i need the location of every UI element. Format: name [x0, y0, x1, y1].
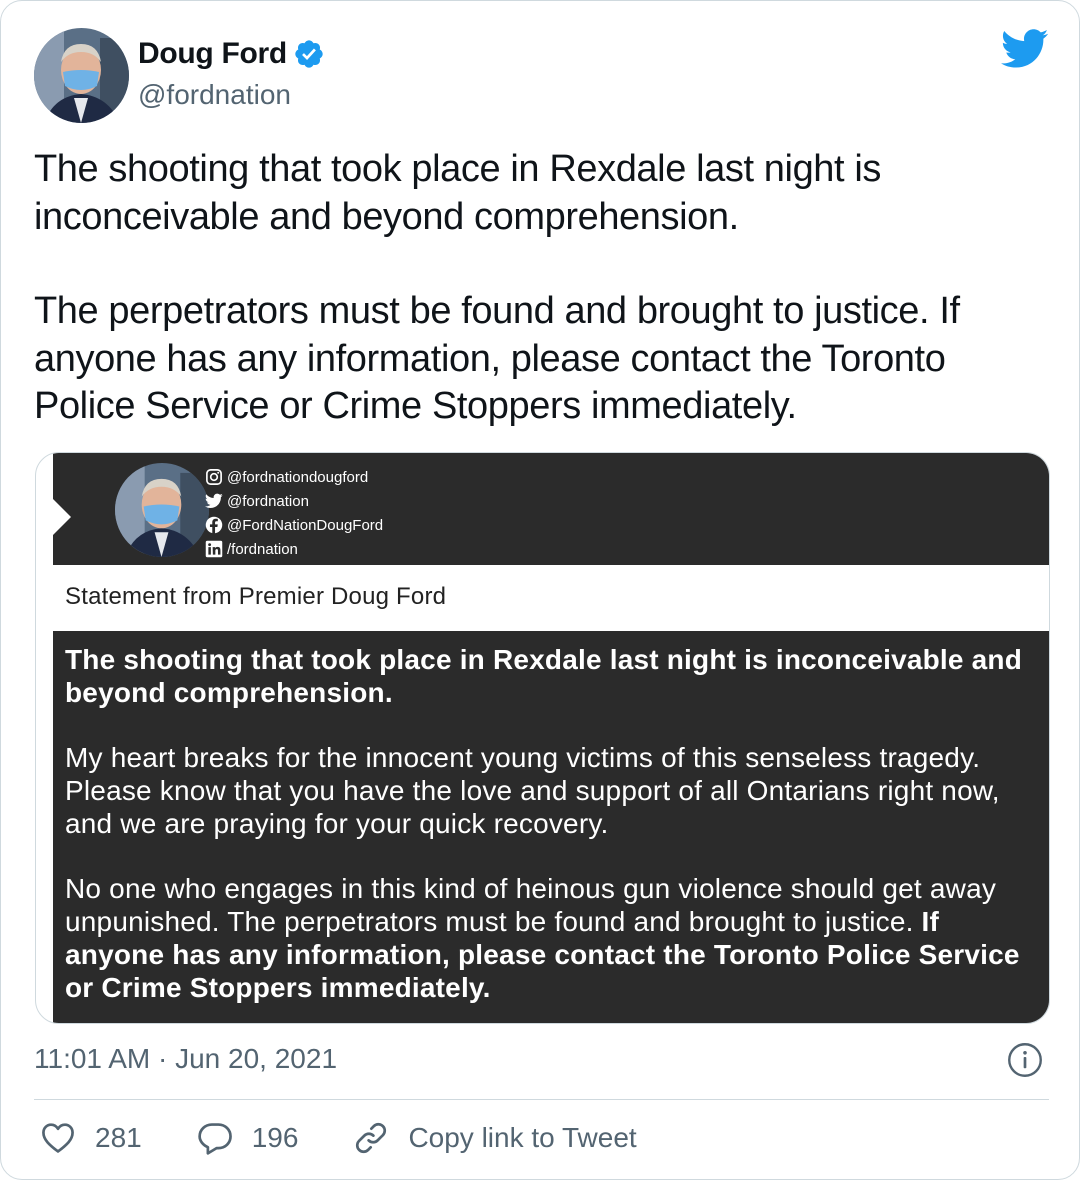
- tweet-paragraph: The perpetrators must be found and broug…: [34, 290, 960, 427]
- tweet-text: The shooting that took place in Rexdale …: [34, 146, 1044, 431]
- social-twitter: @fordnation: [205, 489, 383, 513]
- copy-link-button[interactable]: Copy link to Tweet: [352, 1119, 637, 1157]
- tweet-card: Doug Ford @fordnation The shooting that …: [0, 0, 1080, 1180]
- like-button[interactable]: 281: [39, 1119, 142, 1157]
- author-handle[interactable]: @fordnation: [138, 79, 291, 111]
- copy-link-label: Copy link to Tweet: [408, 1122, 637, 1153]
- reply-count: 196: [251, 1122, 299, 1153]
- statement-para: My heart breaks for the innocent young v…: [65, 742, 1000, 839]
- info-icon[interactable]: [1007, 1042, 1043, 1078]
- statement-title-band: Statement from Premier Doug Ford: [53, 565, 1049, 631]
- tweet-timestamp[interactable]: 11:01 AM · Jun 20, 2021: [34, 1043, 337, 1075]
- tweet-actions: 281 196 Copy link to Tweet: [39, 1119, 691, 1157]
- statement-para-bold: The shooting that took place in Rexdale …: [65, 644, 1023, 708]
- heart-icon: [42, 1123, 74, 1153]
- author-avatar[interactable]: [34, 28, 129, 123]
- twitter-icon: [205, 493, 223, 508]
- divider: [34, 1099, 1049, 1100]
- statement-body: The shooting that took place in Rexdale …: [53, 631, 1049, 1023]
- reply-bubble-icon: [198, 1123, 232, 1155]
- tweet-media-image[interactable]: @fordnationdougford @fordnation @FordNat…: [35, 452, 1050, 1024]
- tweet-paragraph: The shooting that took place in Rexdale …: [34, 148, 881, 238]
- instagram-icon: [206, 469, 222, 485]
- verified-badge-icon: [295, 40, 323, 68]
- linkedin-icon: [205, 540, 223, 558]
- social-label: @fordnation: [227, 492, 309, 510]
- author-name[interactable]: Doug Ford: [138, 37, 287, 71]
- facebook-icon: [205, 516, 223, 534]
- social-label: @fordnationdougford: [227, 468, 369, 486]
- social-label: @FordNationDougFord: [227, 516, 384, 534]
- social-instagram: @fordnationdougford: [205, 465, 383, 489]
- statement-avatar: [115, 463, 209, 557]
- reply-button[interactable]: 196: [196, 1119, 299, 1157]
- statement-text: The shooting that took place in Rexdale …: [65, 643, 1040, 1004]
- header-notch: [53, 499, 71, 535]
- statement-header: @fordnationdougford @fordnation @FordNat…: [53, 453, 1049, 565]
- link-icon: [356, 1122, 387, 1154]
- social-facebook: @FordNationDougFord: [205, 513, 383, 537]
- social-linkedin: /fordnation: [205, 537, 383, 561]
- statement-para: No one who engages in this kind of heino…: [65, 873, 997, 937]
- statement-title: Statement from Premier Doug Ford: [65, 583, 447, 610]
- social-links: @fordnationdougford @fordnation @FordNat…: [205, 465, 383, 561]
- social-label: /fordnation: [227, 540, 298, 558]
- twitter-logo-icon[interactable]: [1001, 29, 1049, 69]
- like-count: 281: [95, 1122, 142, 1153]
- author-name-row[interactable]: Doug Ford: [138, 37, 325, 71]
